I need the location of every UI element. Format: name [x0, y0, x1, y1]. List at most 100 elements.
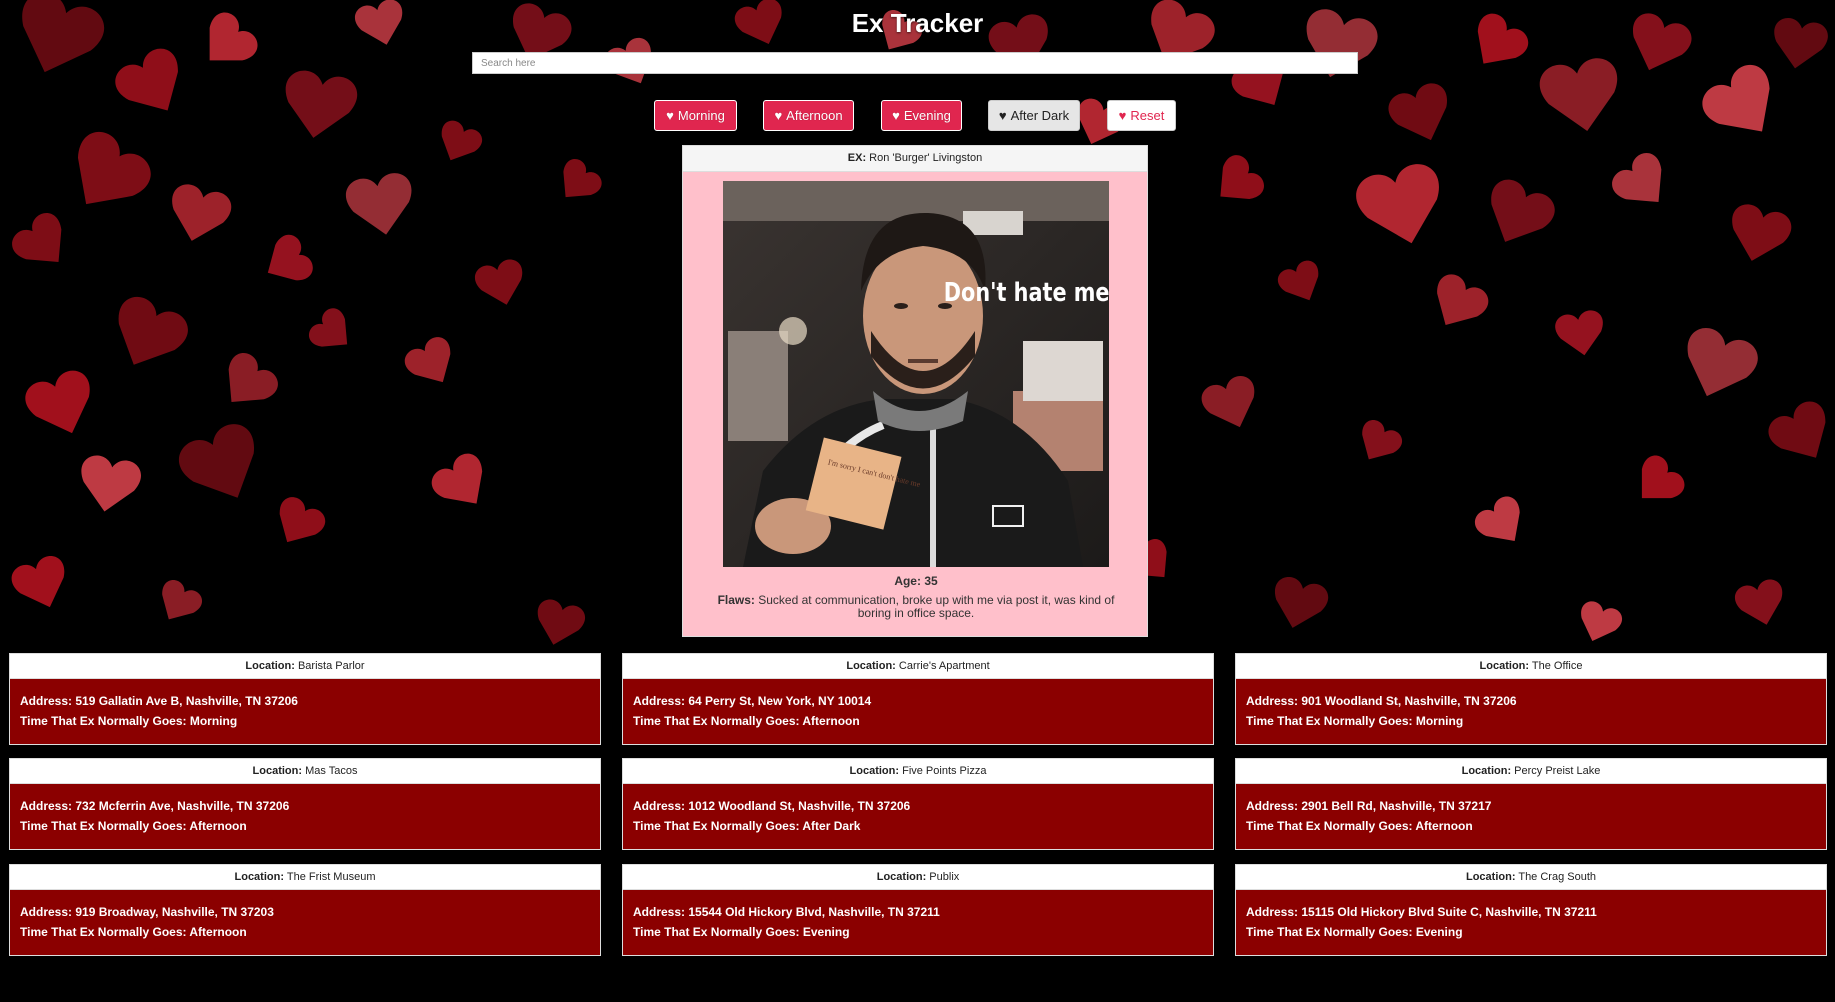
location-address: Address: 15115 Old Hickory Blvd Suite C,… [1246, 902, 1816, 922]
heart-icon [346, 173, 412, 235]
location-card[interactable]: Location: Barista Parlor Address: 519 Ga… [9, 653, 601, 745]
location-label: Location: [1465, 871, 1516, 883]
location-card[interactable]: Location: Five Points Pizza Address: 101… [622, 758, 1214, 850]
location-label: Location: [876, 871, 927, 883]
filter-morning-button[interactable]: ♥ Morning [654, 100, 737, 131]
heart-icon [279, 497, 326, 543]
location-card[interactable]: Location: The Office Address: 901 Woodla… [1235, 653, 1827, 745]
time-label: Time That Ex Normally Goes: [633, 714, 800, 728]
location-card[interactable]: Location: The Frist Museum Address: 919 … [9, 864, 601, 956]
filter-evening-button[interactable]: ♥ Evening [881, 100, 962, 131]
heart-icon [475, 259, 523, 305]
location-header: Location: The Crag South [1236, 865, 1826, 890]
heart-icon [1201, 376, 1255, 428]
time-label: Time That Ex Normally Goes: [20, 714, 187, 728]
address-value: 901 Woodland St, Nashville, TN 37206 [1301, 694, 1517, 708]
time-label: Time That Ex Normally Goes: [20, 925, 187, 939]
address-value: 919 Broadway, Nashville, TN 37203 [75, 905, 274, 919]
search-input[interactable] [472, 52, 1358, 74]
ex-label: EX: [847, 152, 867, 164]
heart-icon [563, 159, 602, 198]
location-name: Mas Tacos [305, 765, 358, 777]
heart-icon [1732, 204, 1792, 261]
time-label: Time That Ex Normally Goes: [1246, 925, 1413, 939]
app-title: Ex Tracker [851, 8, 984, 38]
ex-photo: I'm sorry I can't don't hate me Don't ha… [723, 181, 1109, 567]
location-address: Address: 732 Mcferrin Ave, Nashville, TN… [20, 796, 590, 816]
heart-icon [1612, 152, 1662, 203]
heart-icon [228, 352, 278, 403]
location-card[interactable]: Location: Percy Preist Lake Address: 290… [1235, 758, 1827, 850]
location-time: Time That Ex Normally Goes: Afternoon [20, 816, 590, 836]
address-value: 519 Gallatin Ave B, Nashville, TN 37206 [75, 694, 298, 708]
heart-icon [25, 370, 90, 434]
age-label: Age: [894, 574, 921, 588]
reset-button[interactable]: ♥ Reset [1107, 100, 1176, 131]
address-value: 2901 Bell Rd, Nashville, TN 37217 [1301, 799, 1492, 813]
location-card[interactable]: Location: Carrie's Apartment Address: 64… [622, 653, 1214, 745]
location-label: Location: [1461, 765, 1512, 777]
filter-after-dark-label: After Dark [1010, 108, 1070, 123]
heart-icon [179, 424, 254, 498]
location-card[interactable]: Location: Mas Tacos Address: 732 Mcferri… [9, 758, 601, 850]
location-header: Location: Five Points Pizza [623, 759, 1213, 784]
time-value: Afternoon [189, 925, 247, 939]
heart-icon [1735, 579, 1783, 625]
heart-icon: ♥ [774, 108, 783, 123]
location-label: Location: [234, 871, 285, 883]
time-value: After Dark [802, 819, 861, 833]
heart-icon [1768, 401, 1826, 458]
address-value: 15115 Old Hickory Blvd Suite C, Nashvill… [1301, 905, 1597, 919]
location-label: Location: [846, 660, 896, 672]
heart-icon [1362, 420, 1403, 460]
location-label: Location: [252, 765, 303, 777]
location-address: Address: 15544 Old Hickory Blvd, Nashvil… [633, 902, 1203, 922]
address-label: Address: [1246, 905, 1299, 919]
location-time: Time That Ex Normally Goes: After Dark [633, 816, 1203, 836]
location-address: Address: 901 Woodland St, Nashville, TN … [1246, 691, 1816, 711]
time-value: Afternoon [189, 819, 247, 833]
time-value: Morning [1415, 714, 1464, 728]
ex-age: Age: 35 [683, 574, 1149, 588]
location-time: Time That Ex Normally Goes: Afternoon [1246, 816, 1816, 836]
time-value: Morning [189, 714, 238, 728]
reset-label: Reset [1130, 108, 1165, 123]
address-value: 15544 Old Hickory Blvd, Nashville, TN 37… [688, 905, 940, 919]
filter-afternoon-button[interactable]: ♥ Afternoon [763, 100, 854, 131]
heart-icon: ♥ [892, 108, 900, 123]
location-name: Barista Parlor [297, 660, 365, 672]
time-label: Time That Ex Normally Goes: [633, 925, 800, 939]
heart-icon: ♥ [666, 108, 674, 123]
location-card[interactable]: Location: Publix Address: 15544 Old Hick… [622, 864, 1214, 956]
location-card[interactable]: Location: The Crag South Address: 15115 … [1235, 864, 1827, 956]
heart-icon [77, 131, 151, 205]
filter-after-dark-button[interactable]: ♥ After Dark [988, 100, 1080, 131]
location-address: Address: 2901 Bell Rd, Nashville, TN 372… [1246, 796, 1816, 816]
heart-icon [11, 556, 65, 608]
time-value: Afternoon [802, 714, 860, 728]
location-header: Location: Barista Parlor [10, 654, 600, 679]
time-value: Evening [802, 925, 850, 939]
heart-icon [1687, 328, 1758, 397]
flaws-label: Flaws: [717, 593, 755, 607]
location-time: Time That Ex Normally Goes: Evening [633, 922, 1203, 942]
heart-icon [12, 212, 62, 263]
heart-icon [1356, 164, 1439, 244]
heart-icon [162, 580, 203, 620]
address-value: 64 Perry St, New York, NY 10014 [688, 694, 872, 708]
location-name: Percy Preist Lake [1514, 765, 1601, 777]
location-time: Time That Ex Normally Goes: Evening [1246, 922, 1816, 942]
location-name: Carrie's Apartment [898, 660, 990, 672]
heart-icon [118, 296, 188, 365]
heart-icon: ♥ [1118, 108, 1127, 123]
address-label: Address: [633, 799, 686, 813]
photo-handwriting: Don't hate me [944, 277, 1109, 308]
location-name: The Frist Museum [286, 871, 376, 883]
address-label: Address: [633, 694, 686, 708]
heart-icon [81, 455, 141, 512]
location-header: Location: Percy Preist Lake [1236, 759, 1826, 784]
heart-icon [267, 234, 313, 281]
filter-morning-label: Morning [677, 108, 725, 123]
time-label: Time That Ex Normally Goes: [633, 819, 800, 833]
location-address: Address: 519 Gallatin Ave B, Nashville, … [20, 691, 590, 711]
